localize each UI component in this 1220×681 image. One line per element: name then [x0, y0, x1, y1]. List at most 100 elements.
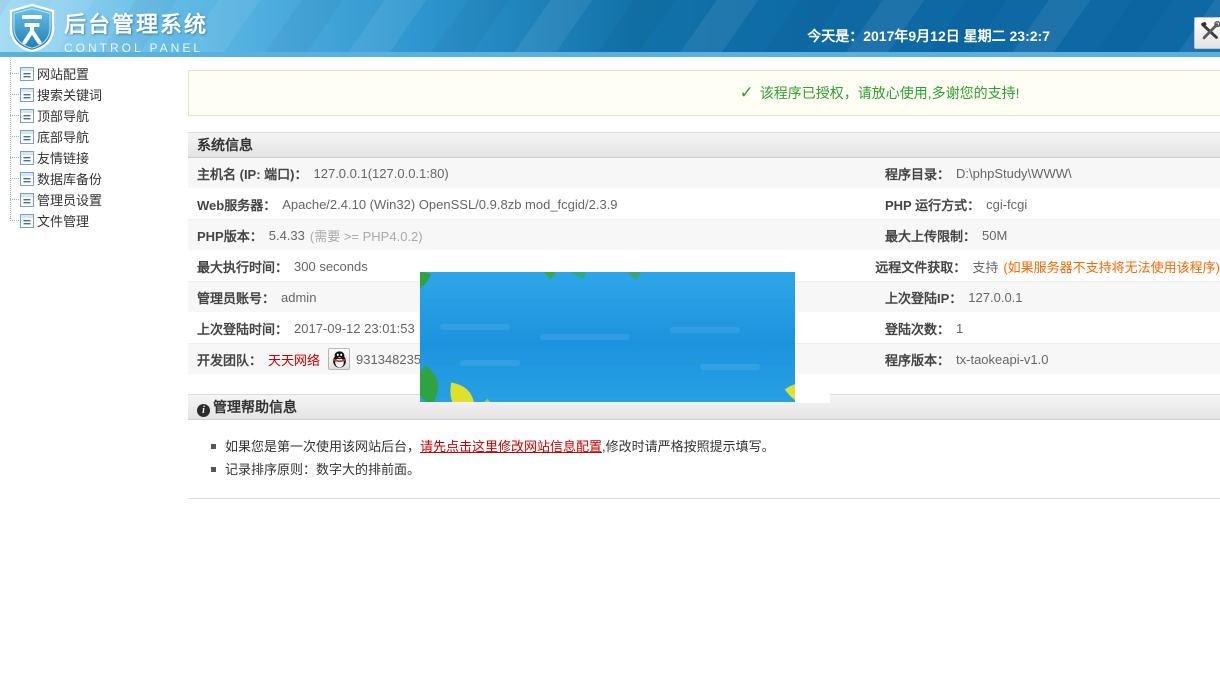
info-label: 上次登陆IP：: [885, 288, 962, 307]
info-label: 程序目录：: [885, 164, 950, 183]
check-icon: ✓: [739, 83, 753, 102]
info-value: 127.0.0.1(127.0.0.1:80): [314, 166, 449, 181]
header-bar: 后台管理系统 CONTROL PANEL 今天是：2017年9月12日 星期二 …: [0, 0, 1220, 57]
sidebar-item-1[interactable]: 网站配置: [10, 63, 187, 84]
info-value: 2017-09-12 23:01:53: [294, 321, 415, 336]
qq-number: 931348235: [356, 352, 421, 367]
help-title: 管理帮助信息: [213, 399, 297, 415]
info-label: 最大执行时间：: [197, 257, 288, 276]
qq-icon[interactable]: [328, 348, 350, 370]
document-icon: [20, 67, 35, 81]
info-cell-left: Web服务器： Apache/2.4.10 (Win32) OpenSSL/0.9…: [188, 195, 700, 214]
help-list-item: 记录排序原则：数字大的排前面。: [188, 458, 1220, 481]
info-value: 1: [956, 321, 963, 336]
sidebar-item-4[interactable]: 底部导航: [10, 126, 187, 147]
sidebar-menu: 网站配置搜索关键词顶部导航底部导航友情链接数据库备份管理员设置文件管理: [10, 63, 187, 231]
info-label: 管理员账号：: [197, 288, 275, 307]
sidebar-item-label: 搜索关键词: [37, 85, 102, 104]
tree-connector: [10, 157, 19, 158]
date-label: 今天是：: [807, 28, 863, 44]
info-value: admin: [281, 290, 316, 305]
info-warning-note: (如果服务器不支持将无法使用该程序): [1003, 257, 1220, 276]
license-notice: ✓ 该程序已授权，请放心使用,多谢您的支持!: [188, 70, 1220, 116]
info-label: Web服务器：: [197, 195, 276, 214]
page-title: 后台管理系统: [64, 7, 208, 39]
document-icon: [20, 214, 35, 228]
sidebar-item-6[interactable]: 数据库备份: [10, 168, 187, 189]
sidebar-item-8[interactable]: 文件管理: [10, 210, 187, 231]
document-icon: [20, 193, 35, 207]
info-label: PHP版本：: [197, 226, 263, 245]
document-icon: [20, 151, 35, 165]
document-icon: [20, 130, 35, 144]
page-subtitle: CONTROL PANEL: [64, 41, 208, 55]
tree-connector: [10, 178, 19, 179]
info-label: 登陆次数：: [885, 319, 950, 338]
info-cell-right: PHP 运行方式： cgi-fcgi: [700, 195, 1220, 214]
sidebar-item-label: 管理员设置: [37, 190, 102, 209]
tree-connector: [10, 115, 19, 116]
tools-icon: [1199, 20, 1220, 47]
tree-connector: [10, 73, 19, 74]
system-info-row: Web服务器： Apache/2.4.10 (Win32) OpenSSL/0.9…: [188, 189, 1220, 220]
sidebar-item-3[interactable]: 顶部导航: [10, 105, 187, 126]
help-text-pre: 如果您是第一次使用该网站后台，: [225, 435, 420, 458]
sidebar-item-label: 底部导航: [37, 127, 89, 146]
license-notice-text: 该程序已授权，请放心使用,多谢您的支持!: [760, 85, 1020, 101]
info-value: 300 seconds: [294, 259, 368, 274]
sidebar-item-label: 数据库备份: [37, 169, 102, 188]
tree-connector: [10, 220, 19, 221]
info-label: 最大上传限制：: [885, 226, 976, 245]
document-icon: [20, 109, 35, 123]
tree-connector: [10, 136, 19, 137]
info-cell-right: 最大上传限制： 50M: [700, 226, 1220, 245]
help-text-post: ,修改时请严格按照提示填写。: [602, 435, 775, 458]
sidebar-item-7[interactable]: 管理员设置: [10, 189, 187, 210]
tools-button[interactable]: [1194, 17, 1220, 49]
info-cell-left: 主机名 (IP: 端口)： 127.0.0.1(127.0.0.1:80): [188, 164, 700, 183]
system-info-row: PHP版本： 5.4.33 (需要 >= PHP4.0.2) 最大上传限制： 50M: [188, 220, 1220, 251]
tree-connector: [10, 199, 19, 200]
date-value: 2017年9月12日 星期二 23:2:7: [863, 28, 1050, 44]
edit-site-config-link[interactable]: 请先点击这里修改网站信息配置: [420, 435, 602, 458]
info-cell-right: 程序目录： D:\phpStudy\WWW\: [700, 164, 1220, 183]
sidebar-item-label: 顶部导航: [37, 106, 89, 125]
document-icon: [20, 88, 35, 102]
header-date: 今天是：2017年9月12日 星期二 23:2:7: [807, 26, 1050, 46]
sidebar-item-label: 友情链接: [37, 148, 89, 167]
info-value: cgi-fcgi: [986, 197, 1027, 212]
shield-logo-icon: [8, 4, 56, 52]
info-label: 远程文件获取：: [875, 257, 966, 276]
sidebar-item-label: 网站配置: [37, 64, 89, 83]
info-icon: i: [197, 404, 210, 417]
system-info-title: 系统信息: [197, 137, 253, 153]
info-label: 主机名 (IP: 端口)：: [197, 164, 308, 183]
document-icon: [20, 172, 35, 186]
info-value: 127.0.0.1: [968, 290, 1022, 305]
info-value: 50M: [982, 228, 1007, 243]
promo-overlay-image[interactable]: [420, 272, 795, 402]
info-value: tx-taokeapi-v1.0: [956, 352, 1049, 367]
info-note: (需要 >= PHP4.0.2): [310, 226, 423, 245]
sidebar-item-5[interactable]: 友情链接: [10, 147, 187, 168]
info-label: 程序版本：: [885, 350, 950, 369]
info-value: D:\phpStudy\WWW\: [956, 166, 1072, 181]
bullet-icon: [211, 444, 216, 449]
info-value: 5.4.33: [269, 228, 305, 243]
sidebar: 网站配置搜索关键词顶部导航底部导航友情链接数据库备份管理员设置文件管理: [0, 57, 187, 681]
system-info-header: 系统信息: [188, 132, 1220, 158]
help-list-item: 如果您是第一次使用该网站后台，请先点击这里修改网站信息配置,修改时请严格按照提示…: [188, 435, 1220, 458]
info-cell-left: PHP版本： 5.4.33 (需要 >= PHP4.0.2): [188, 226, 700, 245]
help-text-pre: 记录排序原则：数字大的排前面。: [225, 458, 420, 481]
tree-connector: [10, 94, 19, 95]
bullet-icon: [211, 467, 216, 472]
sidebar-item-2[interactable]: 搜索关键词: [10, 84, 187, 105]
info-label: 上次登陆时间：: [197, 319, 288, 338]
system-info-row: 主机名 (IP: 端口)： 127.0.0.1(127.0.0.1:80) 程序目录…: [188, 158, 1220, 189]
promo-overlay-white-edge: [795, 378, 830, 403]
sidebar-item-label: 文件管理: [37, 211, 89, 230]
info-label: PHP 运行方式：: [885, 195, 980, 214]
info-value: Apache/2.4.10 (Win32) OpenSSL/0.9.8zb mo…: [282, 197, 617, 212]
help-body: 如果您是第一次使用该网站后台，请先点击这里修改网站信息配置,修改时请严格按照提示…: [188, 420, 1220, 499]
info-value: 支持: [972, 257, 998, 276]
